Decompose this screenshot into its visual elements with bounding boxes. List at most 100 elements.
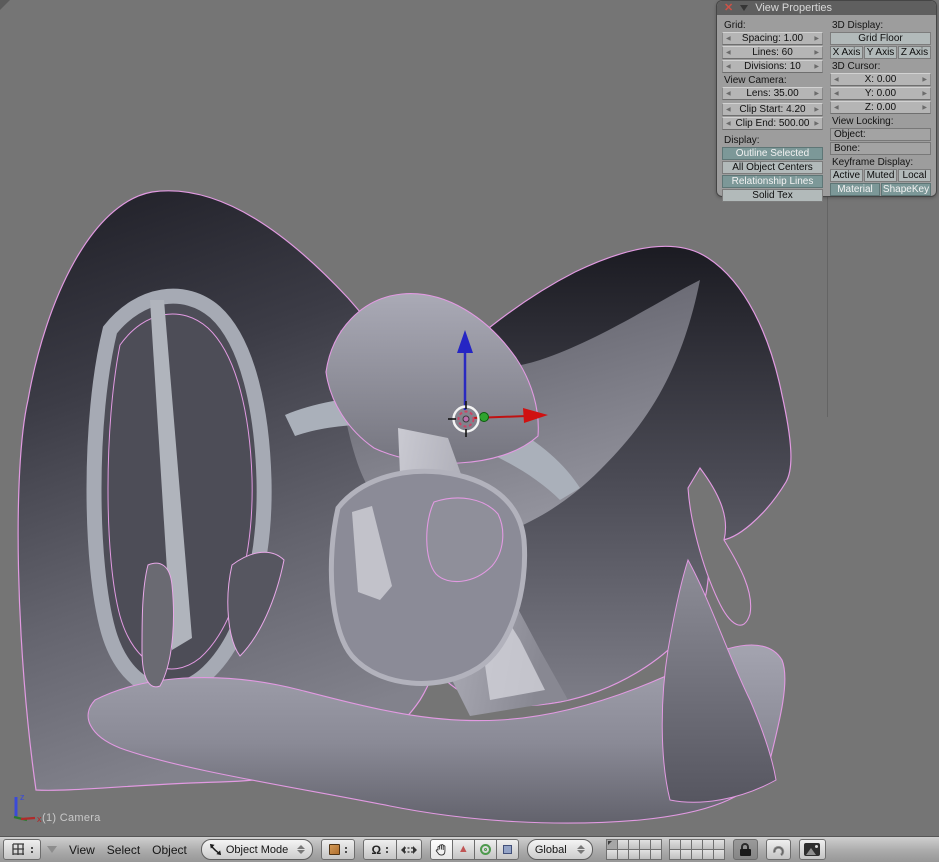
grid-section-label: Grid: [722, 19, 823, 32]
panel-shadow-line [827, 196, 828, 417]
toggle-x-axis[interactable]: X Axis [830, 46, 863, 59]
view-properties-panel[interactable]: ✕ View Properties Grid: ◀Spacing: 1.00▶ … [716, 0, 937, 197]
cursor-y-field[interactable]: ◀Y: 0.00▶ [830, 87, 931, 100]
toggle-keyframe-muted[interactable]: Muted [864, 169, 897, 182]
keyframe-display-label: Keyframe Display: [830, 156, 931, 169]
viewport-3d[interactable]: z x (1) Camera ✕ View Properties Grid: ◀… [0, 0, 939, 836]
decrement-arrow-icon[interactable]: ◀ [726, 89, 731, 99]
cursor-z-field[interactable]: ◀Z: 0.00▶ [830, 101, 931, 114]
translate-manipulator-button[interactable]: ▲ [452, 839, 475, 860]
toggle-outline-selected[interactable]: Outline Selected [722, 147, 823, 160]
collapse-menus-icon[interactable] [47, 846, 57, 853]
grid-lines-field[interactable]: ◀Lines: 60▶ [722, 46, 823, 59]
magnet-icon [771, 843, 785, 857]
clip-end-field[interactable]: ◀Clip End: 500.00▶ [722, 117, 823, 130]
decrement-arrow-icon[interactable]: ◀ [726, 119, 731, 129]
svg-text:z: z [20, 792, 25, 802]
render-window-button[interactable] [799, 839, 826, 860]
view-camera-label: View Camera: [722, 74, 823, 87]
cursor-section-label: 3D Cursor: [830, 60, 931, 73]
clip-start-field[interactable]: ◀Clip Start: 4.20▶ [722, 103, 823, 116]
toggle-keyframe-shapekey[interactable]: ShapeKey [881, 183, 931, 196]
toggle-keyframe-active[interactable]: Active [830, 169, 863, 182]
decrement-arrow-icon[interactable]: ◀ [726, 48, 731, 58]
menu-view[interactable]: View [63, 843, 101, 857]
decrement-arrow-icon[interactable]: ◀ [834, 89, 839, 99]
lock-bone-field[interactable]: Bone: [830, 142, 931, 155]
dropdown-updown-icon [577, 845, 585, 854]
grid-divisions-field[interactable]: ◀Divisions: 10▶ [722, 60, 823, 73]
view-locking-label: View Locking: [830, 115, 931, 128]
display3d-section-label: 3D Display: [830, 19, 931, 32]
increment-arrow-icon[interactable]: ▶ [814, 62, 819, 72]
editor-grid-icon [11, 842, 26, 857]
toggle-relationship-lines[interactable]: Relationship Lines [722, 175, 823, 188]
increment-arrow-icon[interactable]: ▶ [814, 48, 819, 58]
snap-button[interactable] [766, 839, 791, 860]
decrement-arrow-icon[interactable]: ◀ [834, 103, 839, 113]
rotate-manipulator-button[interactable] [474, 839, 497, 860]
dropdown-dots-icon [345, 847, 347, 853]
manipulator-y-handle[interactable] [480, 413, 489, 422]
menu-object[interactable]: Object [146, 843, 193, 857]
view-axis-gizmo: z x [14, 792, 42, 824]
grid-spacing-field[interactable]: ◀Spacing: 1.00▶ [722, 32, 823, 45]
hand-icon [434, 842, 448, 857]
view-name-label: (1) Camera [42, 812, 101, 824]
render-image-icon [804, 843, 820, 856]
close-icon[interactable]: ✕ [724, 3, 733, 13]
scale-manipulator-button[interactable] [496, 839, 519, 860]
cursor-x-field[interactable]: ◀X: 0.00▶ [830, 73, 931, 86]
blender-window: z x (1) Camera ✕ View Properties Grid: ◀… [0, 0, 939, 862]
increment-arrow-icon[interactable]: ▶ [814, 119, 819, 129]
toggle-keyframe-material[interactable]: Material [830, 183, 880, 196]
increment-arrow-icon[interactable]: ▶ [814, 34, 819, 44]
toggle-solid-tex[interactable]: Solid Tex [722, 189, 823, 202]
panel-header[interactable]: ✕ View Properties [717, 1, 936, 15]
dropdown-dots-icon [386, 847, 388, 853]
toggle-keyframe-local[interactable]: Local [898, 169, 931, 182]
collapse-triangle-icon[interactable] [740, 5, 748, 11]
layer-toggle-20[interactable] [713, 849, 725, 860]
manipulator-toggle-button[interactable] [430, 839, 453, 860]
increment-arrow-icon[interactable]: ▶ [814, 105, 819, 115]
decrement-arrow-icon[interactable]: ◀ [726, 34, 731, 44]
view3d-header: View Select Object Object Mode Ω [0, 836, 939, 862]
draw-type-button[interactable] [321, 839, 355, 860]
decrement-arrow-icon[interactable]: ◀ [726, 62, 731, 72]
increment-arrow-icon[interactable]: ▶ [922, 103, 927, 113]
toggle-grid-floor[interactable]: Grid Floor [830, 32, 931, 45]
menu-select[interactable]: Select [101, 843, 146, 857]
orientation-dropdown[interactable]: Global [527, 839, 593, 860]
orientation-dropdown-label: Global [535, 844, 573, 856]
increment-arrow-icon[interactable]: ▶ [922, 75, 927, 85]
lock-layers-button[interactable] [733, 839, 758, 860]
translate-triangle-icon: ▲ [458, 844, 469, 855]
move-centers-button[interactable] [396, 839, 422, 860]
increment-arrow-icon[interactable]: ▶ [814, 89, 819, 99]
toggle-z-axis[interactable]: Z Axis [898, 46, 931, 59]
rotate-circle-icon [480, 844, 491, 855]
decrement-arrow-icon[interactable]: ◀ [834, 75, 839, 85]
dropdown-dots-icon [31, 847, 33, 853]
layer-buttons-group-1 [607, 840, 662, 860]
panel-title: View Properties [755, 2, 832, 14]
decrement-arrow-icon[interactable]: ◀ [726, 105, 731, 115]
layer-toggle-10[interactable] [650, 849, 662, 860]
toggle-all-object-centers[interactable]: All Object Centers [722, 161, 823, 174]
mode-dropdown-label: Object Mode [226, 844, 293, 856]
object-mode-icon [209, 843, 222, 856]
pivot-button[interactable]: Ω [363, 839, 397, 860]
pivot-omega-icon: Ω [372, 844, 382, 856]
editor-type-button[interactable] [3, 839, 41, 860]
increment-arrow-icon[interactable]: ▶ [922, 89, 927, 99]
lens-field[interactable]: ◀Lens: 35.00▶ [722, 87, 823, 100]
lock-object-field[interactable]: Object: [830, 128, 931, 141]
display-section-label: Display: [722, 134, 823, 147]
toggle-y-axis[interactable]: Y Axis [864, 46, 897, 59]
dropdown-updown-icon [297, 845, 305, 854]
layer-buttons-group-2 [670, 840, 725, 860]
mode-dropdown[interactable]: Object Mode [201, 839, 313, 860]
move-centers-icon [401, 845, 417, 855]
area-corner-widget[interactable] [0, 0, 10, 10]
